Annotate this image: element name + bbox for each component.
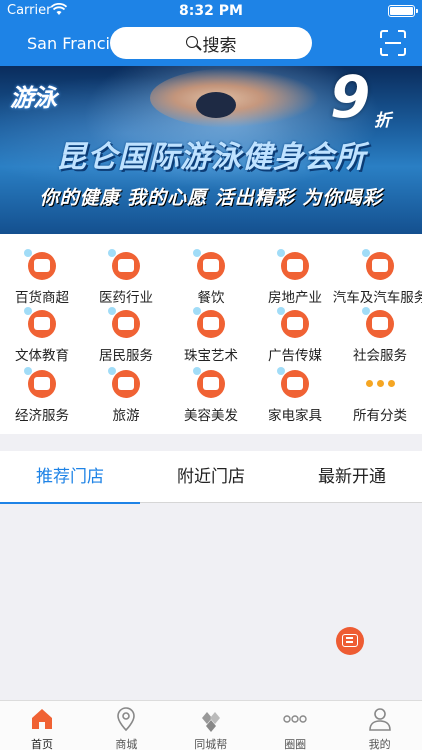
shopping-cart-icon — [24, 249, 56, 280]
category-item[interactable]: 珠宝艺术 — [169, 300, 253, 364]
nav-label: 同城帮 — [194, 738, 228, 750]
header-bar: Carrier 8:32 PM San Francisco 搜索 — [0, 0, 422, 66]
category-item[interactable]: 汽车及汽车服务 — [333, 242, 422, 306]
battery-icon — [388, 5, 418, 17]
bottom-navigation: 首页 商城 同城帮 圈圈 我的 — [0, 700, 422, 750]
medicine-kit-icon — [108, 249, 140, 280]
chat-button[interactable] — [336, 627, 364, 655]
category-item[interactable]: 美容美发 — [169, 360, 253, 424]
store-tabs: 推荐门店 附近门店 最新开通 — [0, 451, 422, 504]
category-item[interactable]: 社会服务 — [338, 300, 422, 364]
category-item[interactable]: 经济服务 — [0, 360, 84, 424]
nav-label: 首页 — [31, 738, 53, 750]
category-grid: 百货商超 医药行业 餐饮 房地产业 汽车及汽车服务文体教育 居民服务 珠宝艺术 广告传媒 社会服… — [0, 234, 422, 434]
nav-item[interactable]: 我的 — [338, 701, 422, 750]
chat-icon — [342, 634, 358, 647]
search-icon — [185, 36, 198, 48]
more-dots-icon — [366, 380, 398, 388]
swim-cap-image — [196, 92, 236, 118]
airplane-icon — [108, 367, 140, 398]
ellipsis-icon — [283, 715, 307, 723]
category-item[interactable]: 旅游 — [84, 360, 168, 424]
nav-label: 圈圈 — [284, 738, 307, 750]
nav-item[interactable]: 商城 — [84, 701, 168, 750]
banner-logo: 游泳 — [10, 83, 57, 112]
user-icon — [368, 708, 391, 731]
category-item[interactable]: 医药行业 — [84, 242, 168, 306]
category-label: 所有分类 — [353, 408, 407, 424]
nav-label: 我的 — [368, 738, 391, 750]
building-icon — [277, 249, 309, 280]
home-icon — [32, 709, 52, 729]
books-icon — [24, 307, 56, 338]
search-box[interactable]: 搜索 — [110, 27, 312, 59]
nav-item[interactable]: 圈圈 — [253, 701, 337, 750]
category-label: 美容美发 — [184, 408, 238, 424]
video-camera-icon — [277, 307, 309, 338]
store-tab[interactable]: 最新开通 — [282, 451, 422, 503]
home-service-icon — [108, 307, 140, 338]
store-tab[interactable]: 推荐门店 — [0, 451, 140, 504]
category-item[interactable]: 居民服务 — [84, 300, 168, 364]
location-pin-icon — [117, 707, 136, 732]
swimmer-image — [150, 68, 320, 128]
finance-icon — [24, 367, 56, 398]
scan-icon[interactable] — [380, 30, 406, 56]
category-item[interactable]: 所有分类 — [338, 360, 422, 424]
category-item[interactable]: 家电家具 — [253, 360, 337, 424]
promo-banner[interactable]: 游泳 9 折 昆仑国际游泳健身会所 你的健康 我的心愿 活出精彩 为你喝彩 — [0, 66, 422, 234]
car-icon — [362, 249, 394, 280]
category-label: 家电家具 — [268, 408, 322, 424]
category-item[interactable]: 餐饮 — [169, 242, 253, 306]
category-item[interactable]: 文体教育 — [0, 300, 84, 364]
nav-item[interactable]: 同城帮 — [169, 701, 253, 750]
category-item[interactable]: 房地产业 — [253, 242, 337, 306]
category-label: 经济服务 — [15, 408, 69, 424]
diamond-logo-icon — [201, 712, 220, 732]
tv-icon — [277, 367, 309, 398]
nav-label: 商城 — [115, 738, 138, 750]
nav-item[interactable]: 首页 — [0, 701, 84, 750]
banner-discount-number: 9 — [330, 66, 371, 131]
utensils-icon — [193, 249, 225, 280]
category-item[interactable]: 百货商超 — [0, 242, 84, 306]
banner-title: 昆仑国际游泳健身会所 — [56, 140, 366, 175]
city-selector[interactable]: San Francisco — [27, 34, 122, 53]
community-icon — [362, 307, 394, 338]
search-label: 搜索 — [202, 35, 237, 56]
beauty-icon — [193, 367, 225, 398]
status-bar: Carrier 8:32 PM — [0, 0, 422, 22]
category-label: 旅游 — [112, 408, 140, 424]
crown-icon — [193, 307, 225, 338]
category-item[interactable]: 广告传媒 — [253, 300, 337, 364]
banner-slogan: 你的健康 我的心愿 活出精彩 为你喝彩 — [39, 187, 383, 209]
banner-discount-unit: 折 — [374, 111, 391, 131]
status-time: 8:32 PM — [179, 3, 243, 19]
store-tab[interactable]: 附近门店 — [141, 451, 281, 503]
